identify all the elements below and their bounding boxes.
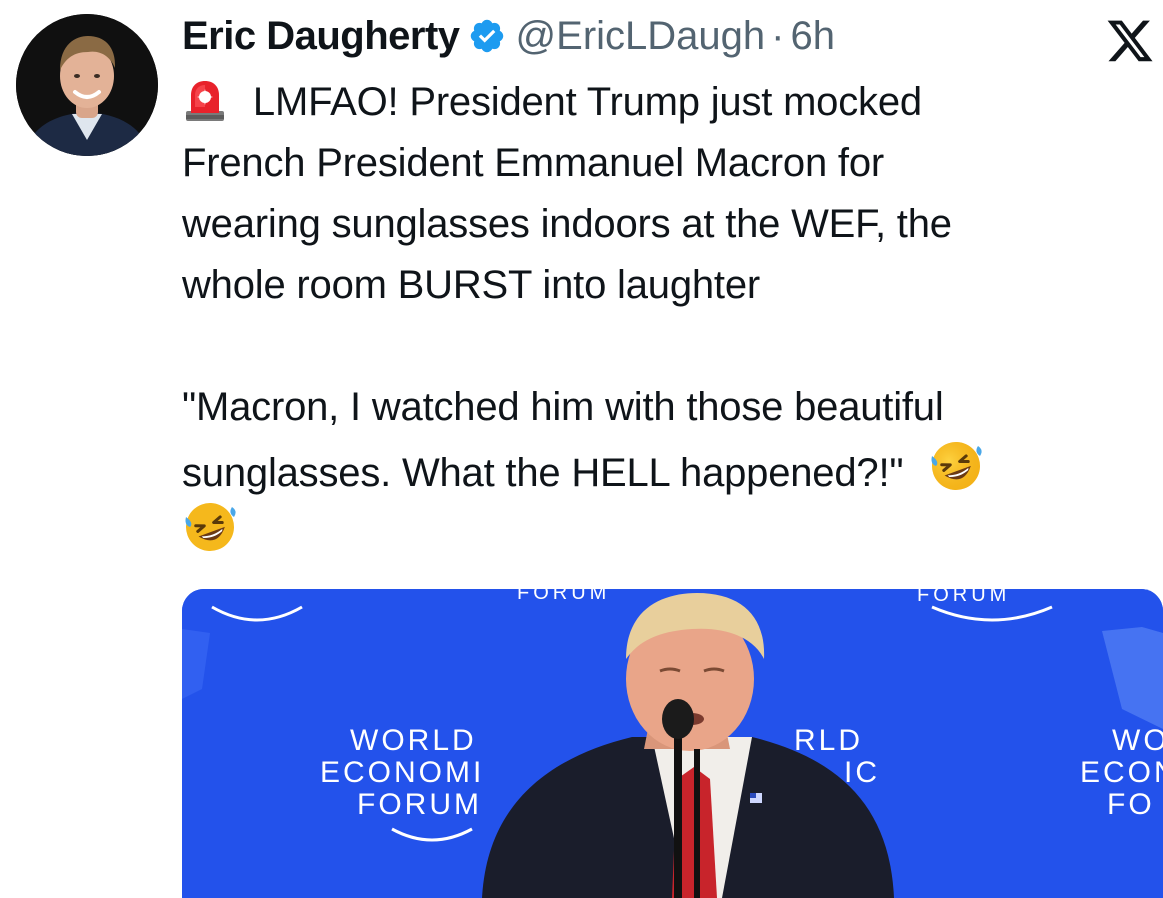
wef-logo-line1: WO — [1112, 724, 1163, 757]
x-logo-icon[interactable] — [1105, 20, 1155, 66]
handle[interactable]: @EricLDaugh — [516, 14, 766, 59]
display-name[interactable]: Eric Daugherty — [182, 14, 460, 59]
timestamp[interactable]: 6h — [790, 14, 835, 59]
profile-photo-icon — [16, 14, 158, 156]
verified-badge-icon[interactable] — [468, 17, 506, 55]
quote-line-1: "Macron, I watched him with those beauti… — [182, 385, 944, 429]
wef-logo-line2: ECON — [1080, 756, 1163, 789]
tweet-header: Eric Daugherty @EricLDaugh · 6h — [182, 10, 835, 62]
rolling-on-floor-laughing-emoji-icon — [928, 438, 984, 512]
wef-logo-line2: IC — [844, 756, 880, 789]
top-forum-text: FORUM — [917, 589, 1010, 606]
tweet-line-1: LMFAO! President Trump just mocked — [182, 72, 1142, 133]
quote-line-2: sunglasses. What the HELL happened?!" — [182, 438, 1142, 499]
wef-logo-line3: FORUM — [357, 788, 482, 821]
wef-logo-line3: FO — [1107, 788, 1155, 821]
quote-line-3 — [182, 499, 1142, 560]
separator-dot: · — [771, 13, 785, 58]
quote-line-2-text: sunglasses. What the HELL happened?!" — [182, 451, 904, 495]
tweet-line-text: LMFAO! President Trump just mocked — [252, 80, 922, 124]
wef-logo-line1: RLD — [794, 724, 863, 757]
tweet-line-3: wearing sunglasses indoors at the WEF, t… — [182, 202, 952, 246]
rolling-on-floor-laughing-emoji-icon — [182, 499, 238, 573]
tweet-card[interactable]: Eric Daugherty @EricLDaugh · 6h LMFAO! P… — [0, 0, 1163, 898]
rotating-light-emoji-icon — [182, 77, 228, 141]
wef-logo-line1: WORLD — [350, 724, 477, 757]
tweet-text: LMFAO! President Trump just mocked Frenc… — [182, 72, 1142, 560]
avatar[interactable] — [16, 14, 158, 156]
video-frame: FORUM FORUM WORLD ECONOMI FORUM RLD IC W… — [182, 589, 1163, 898]
tweet-line-4: whole room BURST into laughter — [182, 263, 760, 307]
top-forum-text: FORUM — [517, 589, 610, 604]
wef-logo-line2: ECONOMI — [320, 756, 484, 789]
tweet-media-video[interactable]: FORUM FORUM WORLD ECONOMI FORUM RLD IC W… — [182, 589, 1163, 898]
tweet-line-2: French President Emmanuel Macron for — [182, 141, 884, 185]
